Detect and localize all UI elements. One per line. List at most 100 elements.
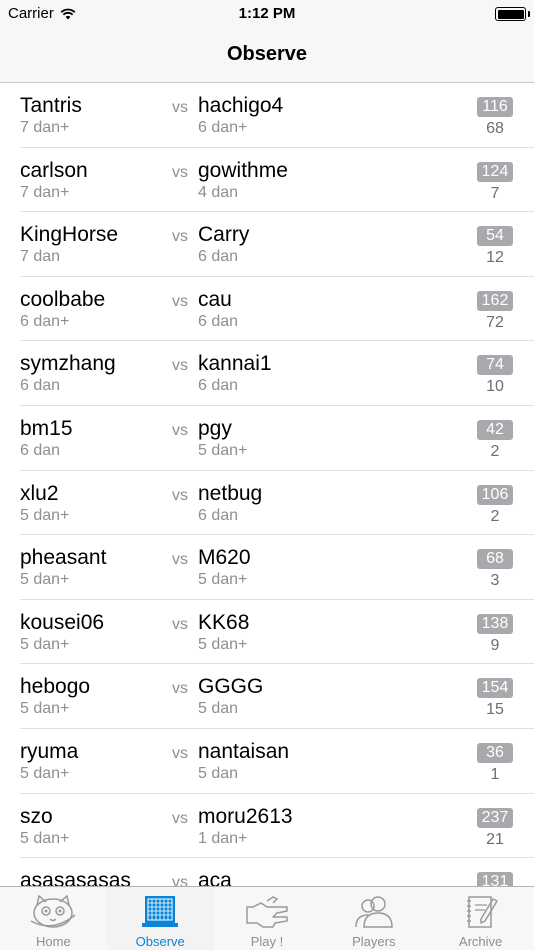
tab-label: Play ! [250,934,284,949]
move-count-badge: 42 [477,419,513,440]
hand-icon [246,896,288,928]
white-player-rank: 6 dan+ [198,119,248,136]
black-player-rank: 6 dan [20,377,61,395]
game-row[interactable]: asasasasas vs aca 131 [0,858,534,886]
tab-play[interactable]: Play ! [214,887,321,950]
archive-icon [466,896,498,928]
game-row[interactable]: hebogo 5 dan+ vs GGGG 5 dan 154 15 [0,664,534,729]
move-count-badge: 138 [477,613,513,634]
move-count-badge: 116 [477,97,513,117]
black-player-name: szo [20,804,53,828]
move-count-badge: 36 [477,742,513,763]
black-player-rank: 5 dan+ [20,829,70,847]
game-list[interactable]: Tantris 7 dan+ vs hachigo4 6 dan+ 116 68… [0,83,534,886]
game-row[interactable]: Tantris 7 dan+ vs hachigo4 6 dan+ 116 68 [0,83,534,148]
white-player-name: aca [198,869,232,886]
move-count-badge: 68 [477,549,513,570]
black-player-name: pheasant [20,546,107,570]
vs-label: vs [172,680,188,698]
game-row[interactable]: KingHorse 7 dan vs Carry 6 dan 54 12 [0,212,534,277]
game-row[interactable]: kousei06 5 dan+ vs KK68 5 dan+ 138 9 [0,600,534,665]
observer-count: 7 [490,184,500,202]
move-count-badge: 106 [477,484,513,505]
black-player-name: symzhang [20,352,116,376]
black-player-rank: 5 dan+ [20,571,70,589]
white-player-rank: 6 dan [198,248,239,266]
tab-label: Home [36,934,71,949]
game-row[interactable]: xlu2 5 dan+ vs netbug 6 dan 106 2 [0,471,534,536]
battery-tip [528,11,530,17]
move-count-badge: 74 [477,355,513,376]
players-icon [355,896,393,928]
black-player-name: ryuma [20,739,79,763]
white-player-rank: 6 dan [198,506,239,524]
observer-count: 1 [490,765,500,783]
observer-count: 21 [486,830,504,848]
nav-bar: Observe [0,28,534,83]
observer-count: 72 [486,313,504,331]
status-bar: Carrier 1:12 PM [0,0,534,28]
observer-count: 12 [486,249,504,267]
status-time: 1:12 PM [238,5,296,22]
white-player-rank: 6 dan [198,312,239,330]
tab-archive[interactable]: Archive [427,887,534,950]
game-row[interactable]: pheasant 5 dan+ vs M620 5 dan+ 68 3 [0,535,534,600]
observer-count: 2 [490,507,500,525]
black-player-rank: 5 dan+ [20,764,70,782]
home-cat-icon [31,894,76,928]
move-count-badge: 54 [477,226,513,247]
black-player-rank: 7 dan+ [20,119,70,136]
vs-label: vs [172,809,188,827]
tab-label: Players [352,934,396,949]
observer-count: 10 [486,378,504,396]
black-player-name: KingHorse [20,223,119,247]
white-player-name: GGGG [198,675,264,699]
tab-home[interactable]: Home [0,887,107,950]
white-player-rank: 5 dan+ [198,635,248,653]
game-row[interactable]: coolbabe 6 dan+ vs cau 6 dan 162 72 [0,277,534,342]
move-count-badge: 154 [477,678,513,699]
observer-count: 3 [490,572,500,590]
game-row[interactable]: bm15 6 dan vs pgy 5 dan+ 42 2 [0,406,534,471]
battery-icon [495,7,526,21]
white-player-name: KK68 [198,610,250,634]
observer-count: 9 [490,636,500,654]
white-player-name: pgy [198,416,232,440]
vs-label: vs [172,228,188,246]
move-count-badge: 131 [477,872,513,886]
game-row[interactable]: szo 5 dan+ vs moru2613 1 dan+ 237 21 [0,794,534,859]
game-row[interactable]: ryuma 5 dan+ vs nantaisan 5 dan 36 1 [0,729,534,794]
black-player-name: Tantris [20,94,82,117]
vs-label: vs [172,163,188,181]
observer-count: 15 [486,701,504,719]
white-player-name: cau [198,287,232,311]
black-player-rank: 6 dan [20,441,61,459]
vs-label: vs [172,421,188,439]
game-row[interactable]: carlson 7 dan+ vs gowithme 4 dan 124 7 [0,148,534,213]
black-player-name: asasasasas [20,869,131,886]
vs-label: vs [172,615,188,633]
board-icon [142,896,179,927]
black-player-rank: 7 dan [20,248,61,266]
tab-label: Archive [458,934,503,949]
tab-players[interactable]: Players [320,887,427,950]
tab-bar: Home Observe Play ! Players Archive [0,886,534,950]
game-row[interactable]: symzhang 6 dan vs kannai1 6 dan 74 10 [0,341,534,406]
tab-label: Observe [135,934,185,949]
vs-label: vs [172,551,188,569]
black-player-name: coolbabe [20,287,106,311]
black-player-name: carlson [20,158,88,182]
black-player-name: hebogo [20,675,91,699]
move-count-badge: 162 [477,290,513,311]
vs-label: vs [172,744,188,762]
white-player-name: M620 [198,546,251,570]
move-count-badge: 237 [477,807,513,828]
tab-observe[interactable]: Observe [107,887,214,950]
vs-label: vs [172,486,188,504]
vs-label: vs [172,357,188,375]
black-player-name: bm15 [20,416,73,440]
white-player-rank: 6 dan [198,377,239,395]
white-player-name: kannai1 [198,352,272,376]
white-player-rank: 5 dan+ [198,441,248,459]
white-player-name: gowithme [198,158,288,182]
